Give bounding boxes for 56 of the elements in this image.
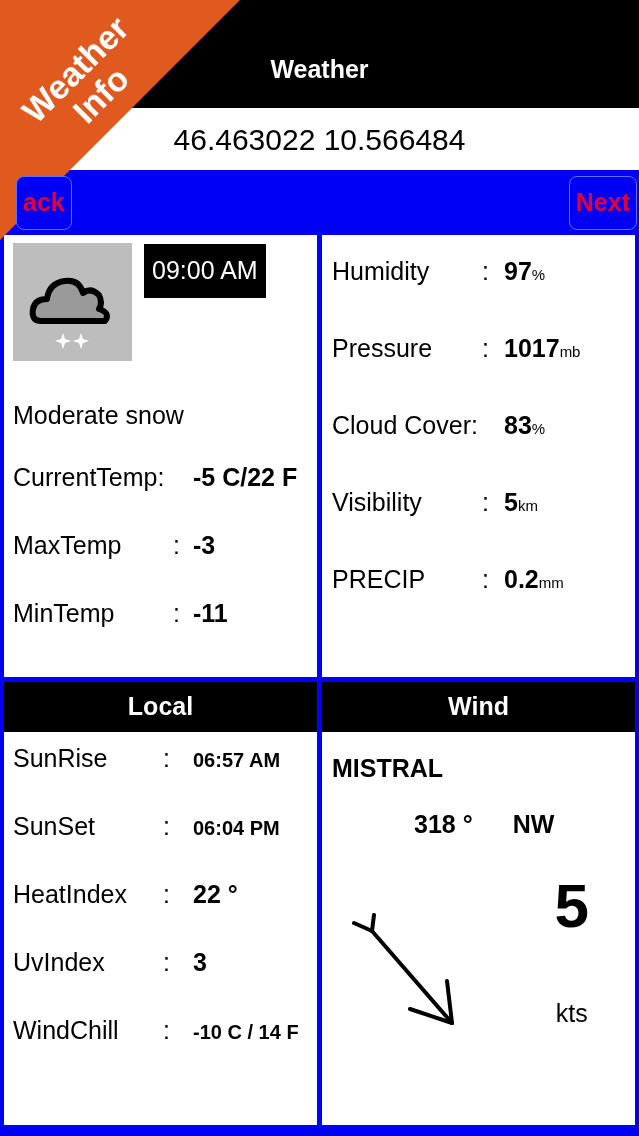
row-value: 22 °: [193, 879, 238, 910]
row-label: UvIndex: [13, 947, 106, 978]
snow-cloud-icon: [13, 243, 132, 361]
row-separator: :: [163, 947, 171, 978]
weather-description: Moderate snow: [13, 400, 185, 431]
row-separator: :: [482, 256, 490, 287]
row-value: 06:04 PM: [193, 816, 280, 841]
row-separator: :: [163, 879, 171, 910]
row-value: 3: [193, 947, 207, 978]
row-value: -3: [193, 529, 216, 561]
row-label: Visibility: [332, 487, 423, 518]
back-button[interactable]: ack: [16, 175, 72, 230]
row-value: -10 C / 14 F: [193, 1020, 299, 1045]
row-unit: %: [531, 420, 546, 439]
row-label: Humidity: [332, 256, 431, 287]
row-label: MinTemp: [13, 597, 116, 629]
row-separator: :: [482, 333, 490, 364]
row-unit: mb: [559, 343, 581, 362]
row-separator: :: [163, 743, 171, 774]
row-label: MaxTemp: [13, 529, 123, 561]
row-separator: :: [163, 1015, 171, 1046]
row-separator: :: [173, 597, 181, 629]
row-separator: :: [482, 487, 490, 518]
row-value: 1017: [504, 333, 560, 364]
row-separator: :: [482, 564, 490, 595]
row-value: -11: [193, 597, 228, 629]
wind-speed: 5: [554, 875, 589, 937]
wind-title: Wind: [448, 691, 509, 723]
row-value: 5: [504, 487, 518, 518]
row-label: WindChill: [13, 1015, 120, 1046]
row-unit: mm: [538, 574, 564, 593]
row-value: 97: [504, 256, 532, 287]
wind-direction: NW: [512, 808, 555, 840]
row-label: PRECIP: [332, 564, 427, 595]
wind-degrees: 318 °: [414, 808, 473, 840]
row-value: 83: [504, 410, 532, 441]
row-value: 0.2: [504, 564, 539, 595]
local-title: Local: [127, 691, 194, 723]
next-button[interactable]: Next: [568, 175, 637, 230]
row-label: CurrentTemp:: [13, 461, 166, 493]
row-label: HeatIndex: [13, 879, 128, 910]
row-unit: km: [517, 496, 538, 516]
row-unit: %: [531, 266, 546, 285]
row-separator: :: [173, 529, 181, 561]
row-label: SunRise: [13, 743, 109, 774]
row-label: SunSet: [13, 811, 96, 842]
time-label: 09:00 AM: [144, 244, 266, 298]
row-value: -5 C/22 F: [193, 461, 298, 493]
row-value: 06:57 AM: [193, 748, 281, 773]
row-label: Pressure: [332, 333, 434, 364]
coordinates-text: 46.463022 10.566484: [173, 121, 466, 158]
header-title: Weather: [270, 53, 369, 85]
wind-speed-unit: kts: [555, 998, 588, 1029]
row-label: Cloud Cover:: [332, 410, 479, 441]
row-separator: :: [163, 811, 171, 842]
wind-name: MISTRAL: [332, 753, 445, 784]
